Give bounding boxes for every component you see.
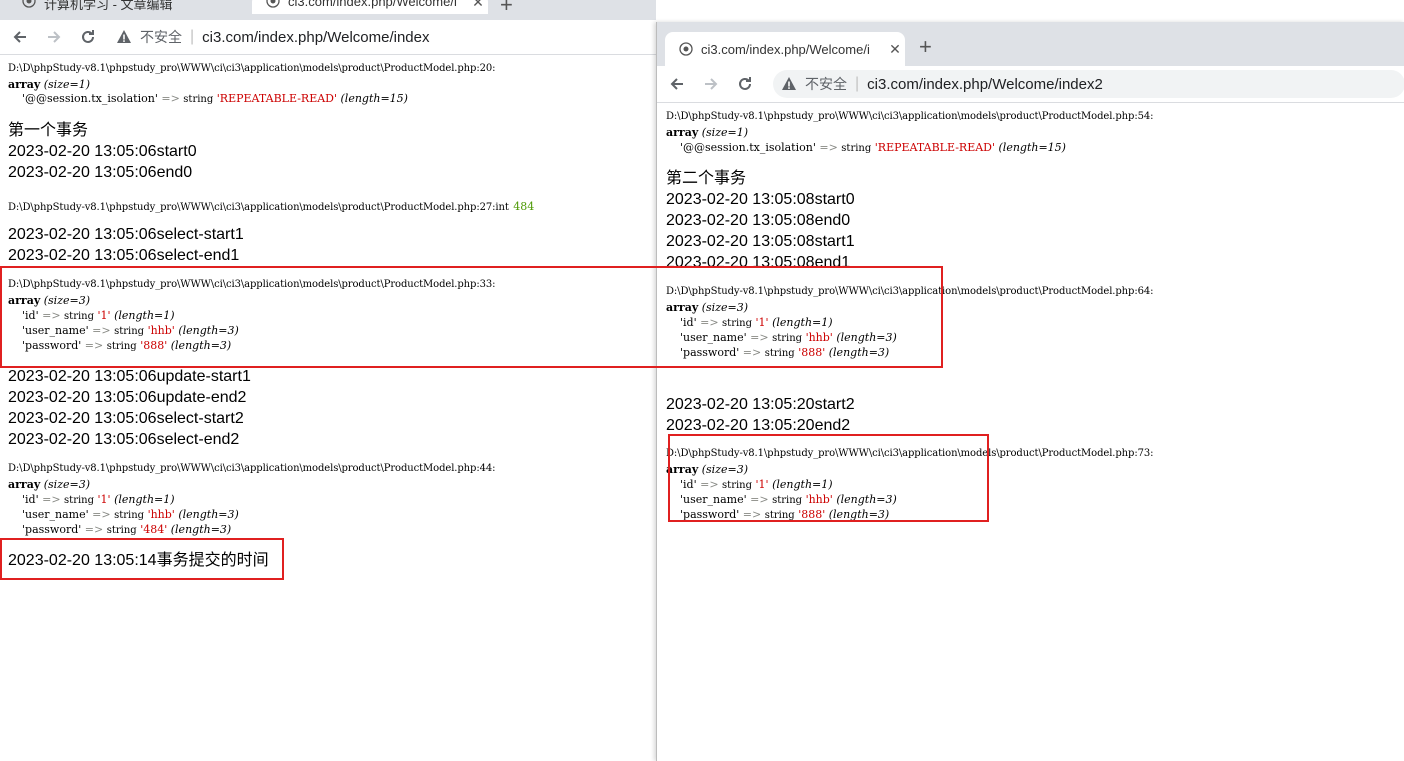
array-row: 'user_name' => string 'hhb' (length=3) [22, 508, 239, 521]
right-browser-window: ci3.com/index.php/Welcome/i ✕ + 不安全 | ci… [656, 22, 1404, 761]
array-row: '@@session.tx_isolation' => string 'REPE… [22, 92, 408, 105]
divider: | [190, 28, 195, 45]
page-content: D:\D\phpStudy-v8.1\phpstudy_pro\WWW\ci\c… [0, 55, 656, 761]
address-bar[interactable]: 不安全 | ci3.com/index.php/Welcome/index2 [773, 70, 1404, 98]
url-text: ci3.com/index.php/Welcome/index [202, 28, 430, 46]
array-row: 'password' => string '484' (length=3) [22, 523, 232, 536]
log-line: 2023-02-20 13:05:06select-end1 [8, 247, 240, 264]
arrow-right-icon [48, 31, 61, 43]
warning-icon [782, 77, 796, 90]
log-line: 2023-02-20 13:05:06start0 [8, 143, 197, 160]
log-line: 2023-02-20 13:05:20end2 [666, 417, 851, 434]
reload-icon [739, 77, 751, 90]
dump-int-line: D:\D\phpStudy-v8.1\phpstudy_pro\WWW\ci\c… [8, 200, 535, 213]
log-line: 2023-02-20 13:05:08end0 [666, 212, 851, 229]
dump-path: D:\D\phpStudy-v8.1\phpstudy_pro\WWW\ci\c… [666, 111, 1154, 122]
dump-path: D:\D\phpStudy-v8.1\phpstudy_pro\WWW\ci\c… [8, 463, 496, 474]
log-line: 2023-02-20 13:05:06update-end2 [8, 389, 247, 406]
dump-path: D:\D\phpStudy-v8.1\phpstudy_pro\WWW\ci\c… [8, 63, 496, 74]
security-label: 不安全 [140, 29, 182, 45]
array-header: array (size=1) [8, 78, 91, 91]
forward-button[interactable] [701, 74, 721, 94]
array-row: 'id' => string '1' (length=1) [22, 493, 175, 506]
reload-button[interactable] [735, 74, 755, 94]
close-icon[interactable]: ✕ [885, 41, 905, 58]
array-header: array (size=3) [8, 478, 91, 491]
tab-title: ci3.com/index.php/Welcome/i [288, 0, 457, 9]
reload-button[interactable] [78, 27, 98, 47]
array-row: '@@session.tx_isolation' => string 'REPE… [680, 141, 1066, 154]
address-bar[interactable]: 不安全 | ci3.com/index.php/Welcome/index [116, 23, 430, 51]
browser-toolbar: 不安全 | ci3.com/index.php/Welcome/index [0, 20, 656, 55]
log-line: 第二个事务 [666, 170, 747, 187]
globe-icon [679, 42, 693, 56]
globe-icon [266, 0, 280, 8]
back-button[interactable] [10, 27, 30, 47]
array-header: array (size=1) [666, 126, 749, 139]
highlight-box-commit-time [0, 538, 284, 580]
arrow-left-icon [670, 78, 683, 90]
log-line: 2023-02-20 13:05:20start2 [666, 396, 855, 413]
globe-icon [22, 0, 36, 8]
arrow-right-icon [705, 78, 718, 90]
tab-strip: 计算机学习 - 文章编辑 ci3.com/index.php/Welcome/i… [0, 0, 656, 20]
log-line: 2023-02-20 13:05:06select-start1 [8, 226, 244, 243]
log-line: 第一个事务 [8, 122, 89, 139]
new-tab-button[interactable]: + [919, 36, 932, 58]
url-text: ci3.com/index.php/Welcome/index2 [867, 75, 1103, 93]
tab-article-editor[interactable]: 计算机学习 - 文章编辑 [8, 0, 244, 14]
browser-toolbar: 不安全 | ci3.com/index.php/Welcome/index2 [657, 66, 1404, 103]
tab-title: 计算机学习 - 文章编辑 [44, 0, 173, 12]
back-button[interactable] [667, 74, 687, 94]
log-line: 2023-02-20 13:05:08start0 [666, 191, 855, 208]
close-icon[interactable]: ✕ [468, 0, 488, 11]
log-line: 2023-02-20 13:05:06end0 [8, 164, 193, 181]
log-line: 2023-02-20 13:05:06select-end2 [8, 431, 240, 448]
security-label: 不安全 [805, 76, 847, 92]
page-content: D:\D\phpStudy-v8.1\phpstudy_pro\WWW\ci\c… [657, 103, 1404, 761]
tab-welcome-index2[interactable]: ci3.com/index.php/Welcome/i ✕ [665, 32, 905, 66]
divider: | [855, 75, 860, 92]
highlight-box-read-888-after [668, 434, 989, 522]
tab-strip: ci3.com/index.php/Welcome/i ✕ + [657, 22, 1404, 66]
tab-title: ci3.com/index.php/Welcome/i [701, 41, 870, 57]
tab-welcome-index[interactable]: ci3.com/index.php/Welcome/i ✕ [252, 0, 488, 14]
log-line: 2023-02-20 13:05:06update-start1 [8, 368, 251, 385]
new-tab-button[interactable]: + [500, 0, 513, 16]
forward-button[interactable] [44, 27, 64, 47]
highlight-box-read-888 [0, 266, 943, 368]
reload-icon [82, 30, 94, 43]
log-line: 2023-02-20 13:05:08start1 [666, 233, 855, 250]
warning-icon [117, 30, 131, 43]
arrow-left-icon [13, 31, 26, 43]
log-line: 2023-02-20 13:05:06select-start2 [8, 410, 244, 427]
left-browser-window: 计算机学习 - 文章编辑 ci3.com/index.php/Welcome/i… [0, 0, 656, 761]
